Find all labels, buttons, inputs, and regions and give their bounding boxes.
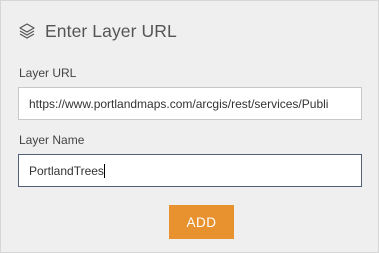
layer-name-label: Layer Name bbox=[19, 133, 85, 147]
layer-name-value: PortlandTrees bbox=[29, 163, 104, 178]
add-layer-panel: Enter Layer URL Layer URL https://www.po… bbox=[0, 0, 379, 253]
panel-header: Enter Layer URL bbox=[18, 19, 177, 43]
layers-icon bbox=[18, 22, 36, 40]
layer-url-input[interactable]: https://www.portlandmaps.com/arcgis/rest… bbox=[18, 87, 362, 120]
add-button[interactable]: ADD bbox=[169, 205, 234, 239]
layer-url-label: Layer URL bbox=[19, 66, 77, 80]
text-caret bbox=[103, 163, 105, 178]
layer-url-value: https://www.portlandmaps.com/arcgis/rest… bbox=[29, 96, 329, 111]
layer-name-input[interactable]: PortlandTrees bbox=[18, 154, 362, 187]
panel-title: Enter Layer URL bbox=[45, 20, 177, 41]
